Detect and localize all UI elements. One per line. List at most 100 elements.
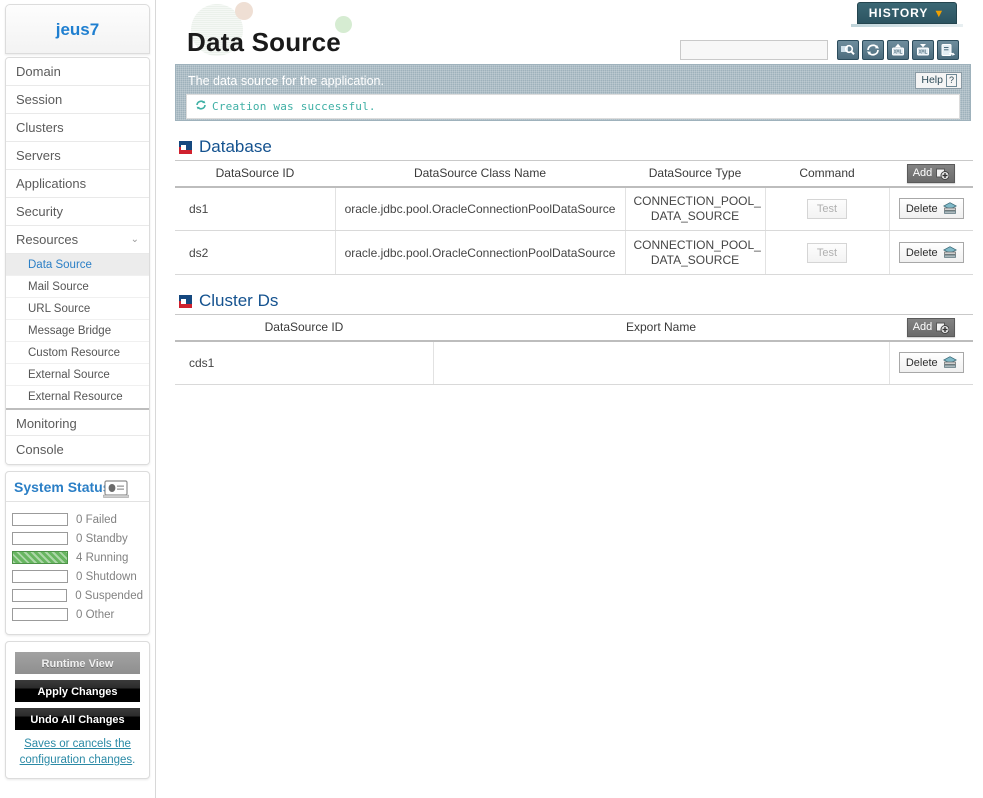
sidebar-item-label: Servers bbox=[16, 148, 61, 163]
cell-datasource-id: ds2 bbox=[175, 230, 336, 275]
stack-icon bbox=[942, 356, 957, 369]
stack-icon bbox=[942, 246, 957, 259]
undo-all-changes-button[interactable]: Undo All Changes bbox=[15, 708, 140, 730]
status-row: 0 Other bbox=[12, 605, 143, 624]
sidebar-submenu-resources: Data Source Mail Source URL Source Message … bbox=[6, 254, 149, 408]
sidebar-subitem-custom-resource[interactable]: Custom Resource bbox=[6, 342, 149, 364]
sidebar-item-label: Resources bbox=[16, 232, 79, 247]
runtime-view-button[interactable]: Runtime View bbox=[15, 652, 140, 674]
status-row: 4 Running bbox=[12, 548, 143, 567]
sidebar-item-console[interactable]: Console bbox=[6, 436, 149, 464]
add-header-cell: Add bbox=[889, 314, 973, 342]
sidebar-item-clusters[interactable]: Clusters bbox=[6, 114, 149, 142]
status-label-failed: 0 Failed bbox=[76, 513, 117, 526]
main-content: Data Source HISTORY ▼ XML XML The data s… bbox=[157, 0, 983, 798]
column-header: DataSource Class Name bbox=[335, 160, 625, 188]
database-table: DataSource ID DataSource Class Name DataSo… bbox=[175, 160, 973, 275]
sidebar-item-label: Clusters bbox=[16, 120, 64, 135]
status-row: 0 Standby bbox=[12, 529, 143, 548]
sidebar-item-monitoring[interactable]: Monitoring bbox=[6, 408, 149, 436]
status-row: 0 Shutdown bbox=[12, 567, 143, 586]
refresh-icon[interactable] bbox=[862, 40, 884, 60]
table-row: cds1 Delete bbox=[175, 340, 973, 385]
sidebar-item-label: Domain bbox=[16, 64, 61, 79]
plus-icon bbox=[936, 167, 950, 180]
status-row: 0 Suspended bbox=[12, 586, 143, 605]
database-table-body: ds1 oracle.jdbc.pool.OracleConnectionPool… bbox=[175, 186, 973, 275]
svg-text:XML: XML bbox=[893, 50, 902, 56]
add-label: Add bbox=[912, 321, 933, 334]
database-section-title: Database bbox=[199, 137, 272, 156]
sidebar-main-nav: Domain Session Clusters Servers Applications… bbox=[5, 57, 150, 465]
search-icon[interactable] bbox=[837, 40, 859, 60]
apply-changes-button[interactable]: Apply Changes bbox=[15, 680, 140, 702]
system-status-header: System Status bbox=[6, 472, 149, 502]
test-button[interactable]: Test bbox=[806, 242, 848, 263]
cell-delete: Delete bbox=[889, 186, 973, 231]
sidebar-subitem-mail-source[interactable]: Mail Source bbox=[6, 276, 149, 298]
sidebar-item-servers[interactable]: Servers bbox=[6, 142, 149, 170]
chevron-down-icon: ▼ bbox=[933, 8, 946, 20]
sidebar-item-security[interactable]: Security bbox=[6, 198, 149, 226]
sidebar-subitem-message-bridge[interactable]: Message Bridge bbox=[6, 320, 149, 342]
cluster-section-title: Cluster Ds bbox=[199, 291, 279, 310]
stack-icon bbox=[942, 202, 957, 215]
delete-button[interactable]: Delete bbox=[898, 352, 964, 374]
question-mark-icon: ? bbox=[945, 74, 957, 87]
page-header: Data Source HISTORY ▼ XML XML bbox=[175, 0, 971, 60]
status-row: 0 Failed bbox=[12, 510, 143, 529]
column-header: Export Name bbox=[433, 314, 889, 342]
delete-label: Delete bbox=[905, 356, 938, 369]
cluster-table-head: DataSource ID Export Name Add bbox=[175, 314, 973, 342]
table-row: ds2 oracle.jdbc.pool.OracleConnectionPool… bbox=[175, 230, 973, 275]
plus-icon bbox=[936, 321, 950, 334]
status-bar-shutdown bbox=[12, 570, 68, 583]
cell-delete: Delete bbox=[889, 230, 973, 275]
actions-help-period: . bbox=[132, 754, 136, 766]
add-cluster-datasource-button[interactable]: Add bbox=[906, 317, 956, 337]
sidebar-subitem-data-source[interactable]: Data Source bbox=[6, 254, 149, 276]
sidebar-item-label: Security bbox=[16, 204, 63, 219]
system-status-rows: 0 Failed 0 Standby 4 Running 0 Shutdown 0 Su… bbox=[6, 502, 149, 634]
sidebar: jeus7 Domain Session Clusters Servers Applic… bbox=[0, 0, 156, 798]
sidebar-item-domain[interactable]: Domain bbox=[6, 58, 149, 86]
system-status-panel: System Status 0 Failed 0 Standby 4 Running… bbox=[5, 471, 150, 635]
database-table-head: DataSource ID DataSource Class Name DataSo… bbox=[175, 160, 973, 188]
report-icon[interactable] bbox=[937, 40, 959, 60]
cell-delete: Delete bbox=[889, 340, 973, 385]
cell-command: Test bbox=[765, 230, 890, 275]
status-label-running: 4 Running bbox=[76, 551, 129, 564]
history-button[interactable]: HISTORY ▼ bbox=[857, 2, 957, 24]
status-bar-running bbox=[12, 551, 68, 564]
sidebar-subitem-external-source[interactable]: External Source bbox=[6, 364, 149, 386]
help-button[interactable]: Help? bbox=[915, 72, 962, 89]
cell-class-name: oracle.jdbc.pool.OracleConnectionPoolDat… bbox=[335, 186, 626, 231]
sidebar-actions: Runtime View Apply Changes Undo All Chan… bbox=[5, 641, 150, 779]
test-button[interactable]: Test bbox=[806, 198, 848, 219]
sidebar-item-resources[interactable]: Resources ⌄ bbox=[6, 226, 149, 254]
sidebar-subitem-external-resource[interactable]: External Resource bbox=[6, 386, 149, 408]
delete-label: Delete bbox=[905, 202, 938, 215]
xml-import-icon[interactable]: XML bbox=[887, 40, 909, 60]
status-label-shutdown: 0 Shutdown bbox=[76, 570, 137, 583]
actions-help-link[interactable]: Saves or cancels the configuration chang… bbox=[20, 738, 133, 766]
table-header-row: DataSource ID DataSource Class Name DataSo… bbox=[175, 160, 973, 188]
sidebar-subitem-url-source[interactable]: URL Source bbox=[6, 298, 149, 320]
laptop-icon[interactable] bbox=[102, 478, 130, 498]
cell-command: Test bbox=[765, 186, 890, 231]
cluster-table: DataSource ID Export Name Add cds1 Delete bbox=[175, 314, 973, 385]
delete-button[interactable]: Delete bbox=[898, 242, 964, 263]
sidebar-item-session[interactable]: Session bbox=[6, 86, 149, 114]
app-root: jeus7 Domain Session Clusters Servers Applic… bbox=[0, 0, 983, 798]
sidebar-item-applications[interactable]: Applications bbox=[6, 170, 149, 198]
add-label: Add bbox=[912, 167, 933, 180]
table-row: ds1 oracle.jdbc.pool.OracleConnectionPool… bbox=[175, 186, 973, 231]
cluster-section-header: Cluster Ds bbox=[179, 291, 971, 311]
add-database-datasource-button[interactable]: Add bbox=[906, 163, 956, 183]
xml-export-icon[interactable]: XML bbox=[912, 40, 934, 60]
search-input[interactable] bbox=[680, 40, 828, 60]
brand-logo: jeus7 bbox=[5, 4, 150, 54]
table-header-row: DataSource ID Export Name Add bbox=[175, 314, 973, 342]
system-status-title: System Status bbox=[14, 479, 111, 495]
delete-button[interactable]: Delete bbox=[898, 198, 964, 220]
